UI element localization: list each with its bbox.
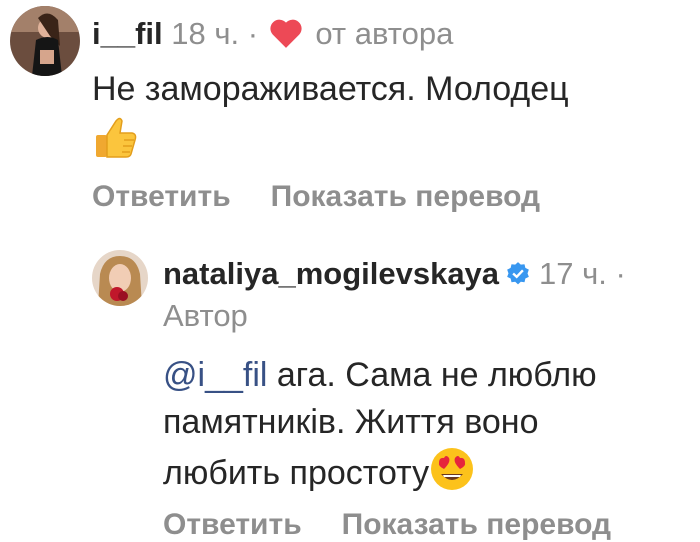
avatar-nataliya-mogilevskaya[interactable] [92,250,148,306]
heart-icon [269,18,303,58]
avatar-i-fil[interactable] [10,6,80,76]
reply-text-line2: памятників. Життя воно [163,403,539,441]
reply-actions: Ответить Показать перевод [163,508,651,542]
reply-button[interactable]: Ответить [163,508,302,541]
reply-time: 17 ч. [539,256,607,291]
author-label: Автор [163,298,248,333]
reply-username[interactable]: nataliya_mogilevskaya [163,256,499,291]
comment-header: i__fil 18 ч. · от автора [92,14,453,58]
comment-text-block: Не замораживается. Молодец [92,66,569,174]
heart-eyes-icon [429,446,475,505]
show-translation-button[interactable]: Показать перевод [342,508,611,541]
verified-badge-icon [505,257,531,297]
reply-text-block: @i__fil ага. Сама не люблю памятників. Ж… [163,352,597,505]
comment-actions: Ответить Показать перевод [92,180,580,214]
separator: · [247,16,259,51]
reply-header: nataliya_mogilevskaya 17 ч. · [163,254,626,297]
reply-text-line3: любить простоту [163,454,430,492]
reply-button[interactable]: Ответить [92,180,231,213]
comment-text: Не замораживается. Молодец [92,70,569,108]
show-translation-button[interactable]: Показать перевод [271,180,540,213]
mention-link[interactable]: @i__fil [163,356,267,394]
reply-text-line1: ага. Сама не люблю [267,356,597,394]
thumbs-up-icon [92,113,140,174]
comment-time: 18 ч. [171,16,240,51]
comment-username[interactable]: i__fil [92,16,163,51]
liked-by-author-label: от автора [315,16,454,51]
separator: · [615,256,626,291]
